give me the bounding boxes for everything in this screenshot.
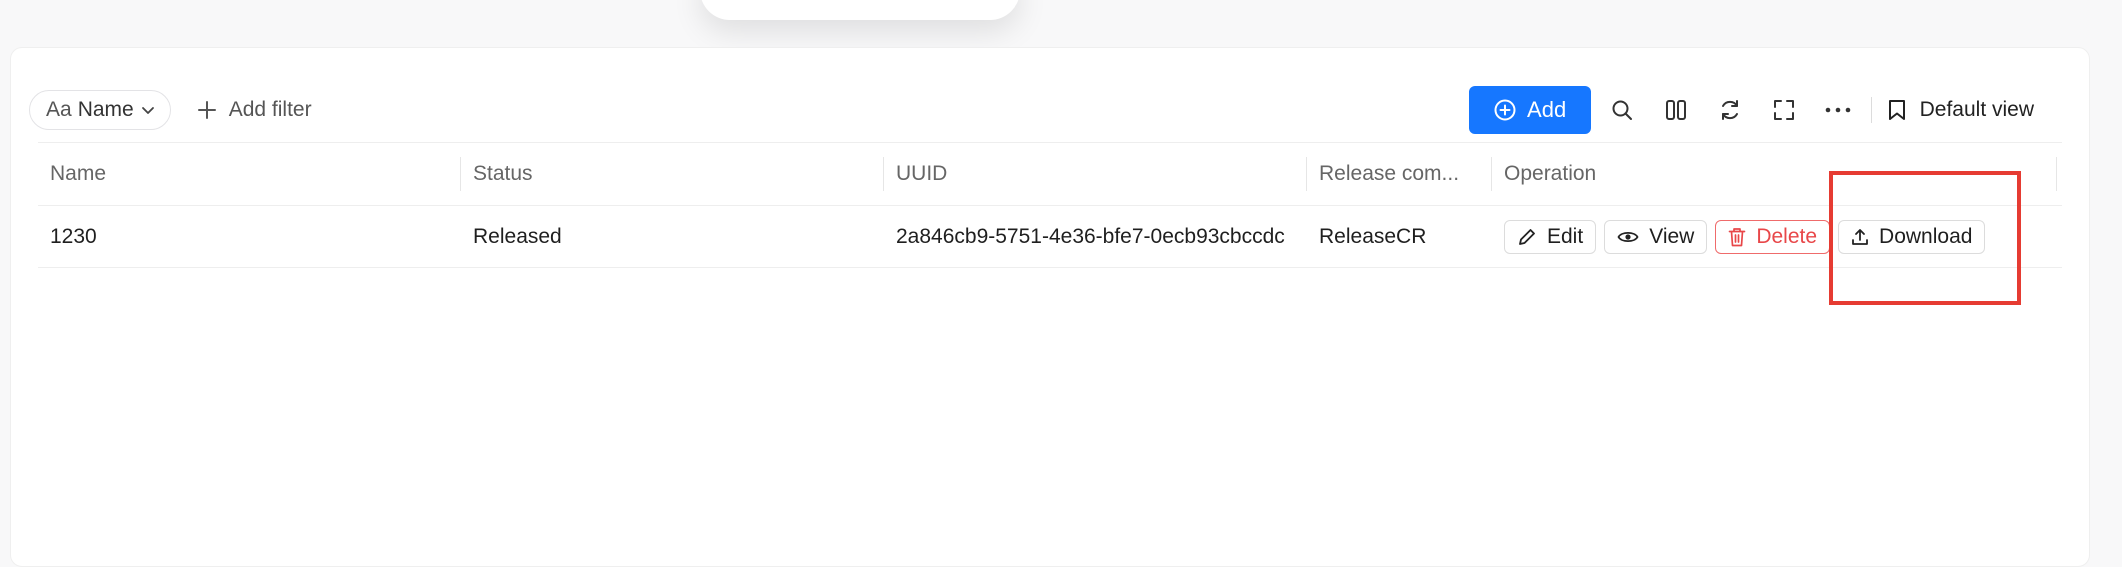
column-header-release-comment[interactable]: Release com...	[1307, 143, 1492, 205]
cell-status: Released	[473, 224, 562, 248]
toolbar-divider	[1870, 97, 1872, 123]
search-icon[interactable]	[1595, 86, 1649, 134]
table-toolbar: Aa Name Add filter Add Default view	[29, 84, 2062, 136]
edit-button[interactable]: Edit	[1504, 219, 1597, 254]
more-icon[interactable]	[1811, 86, 1865, 134]
add-button-label: Add	[1527, 97, 1567, 122]
refresh-icon[interactable]	[1703, 86, 1757, 134]
highlight-annotation-box	[1829, 171, 2021, 305]
table-header: Name Status UUID Release com... Operatio…	[38, 142, 2062, 206]
trash-icon	[1728, 227, 1746, 247]
cell-name: 1230	[50, 224, 97, 248]
pencil-icon	[1517, 227, 1537, 247]
cell-release-comment: ReleaseCR	[1319, 224, 1427, 248]
edit-button-label: Edit	[1547, 224, 1584, 248]
view-button[interactable]: View	[1604, 219, 1708, 254]
view-button-label: View	[1649, 224, 1695, 248]
eye-icon	[1617, 229, 1639, 245]
chevron-down-icon	[140, 102, 156, 118]
default-view-label: Default view	[1919, 98, 2034, 121]
field-type-prefix: Aa	[46, 98, 72, 121]
field-selector[interactable]: Aa Name	[29, 90, 171, 130]
delete-button[interactable]: Delete	[1715, 219, 1831, 254]
plus-circle-icon	[1493, 98, 1517, 122]
column-header-status[interactable]: Status	[461, 143, 884, 205]
add-filter-button[interactable]: Add filter	[197, 98, 312, 122]
toolbar-actions: Add Default view	[1468, 86, 2040, 134]
columns-icon[interactable]	[1649, 86, 1703, 134]
delete-button-label: Delete	[1756, 224, 1818, 248]
data-table: Name Status UUID Release com... Operatio…	[38, 142, 2062, 268]
fullscreen-icon[interactable]	[1757, 86, 1811, 134]
add-filter-label: Add filter	[228, 98, 312, 121]
cell-uuid: 2a846cb9-5751-4e36-bfe7-0ecb93cbccdc	[896, 224, 1285, 248]
add-button[interactable]: Add	[1468, 86, 1591, 134]
plus-icon	[197, 100, 217, 120]
field-selector-label: Name	[77, 98, 134, 121]
table-row: 1230 Released 2a846cb9-5751-4e36-bfe7-0e…	[38, 206, 2062, 268]
column-header-uuid[interactable]: UUID	[884, 143, 1307, 205]
floating-popup-edge	[700, 0, 1020, 20]
default-view-button[interactable]: Default view	[1882, 98, 2040, 122]
bookmark-icon	[1888, 99, 1906, 121]
column-header-name[interactable]: Name	[38, 143, 461, 205]
